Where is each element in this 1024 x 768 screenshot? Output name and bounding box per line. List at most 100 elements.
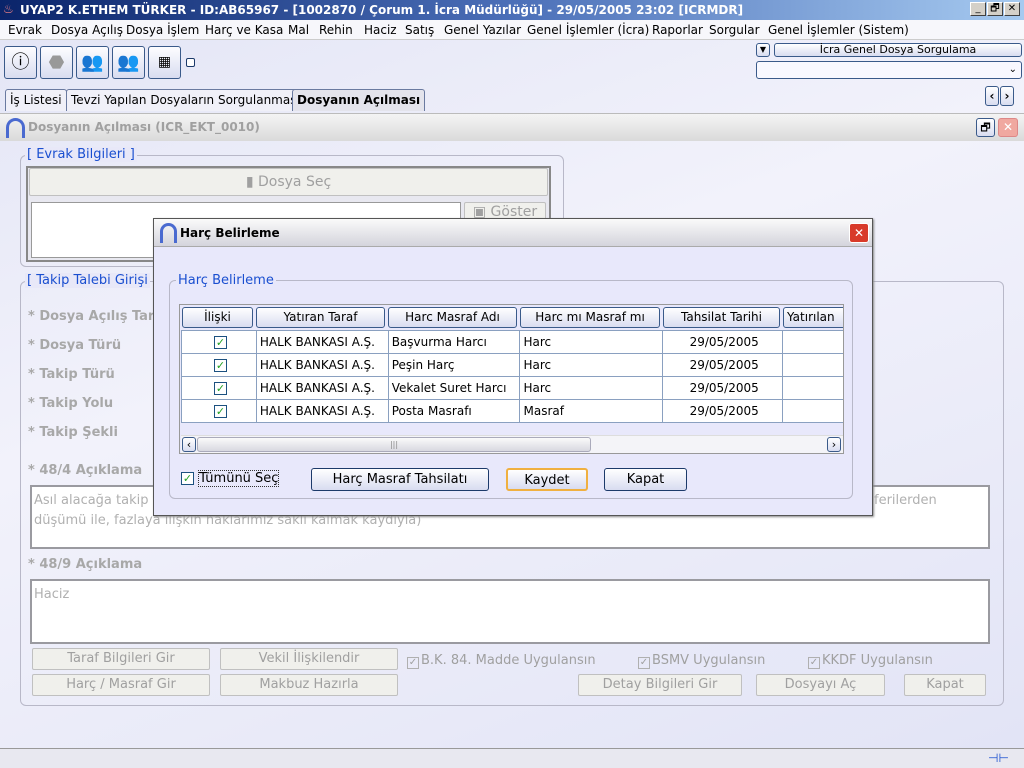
row-checkbox[interactable]: ✓ (213, 405, 227, 418)
harc-masraf-gir-button[interactable]: Harç / Masraf Gir (32, 674, 210, 696)
calculator-button[interactable]: ▦ (148, 46, 181, 79)
window-title: UYAP2 K.ETHEM TÜRKER - ID:AB65967 - [100… (20, 3, 744, 17)
users-button[interactable]: 👥 (76, 46, 109, 79)
table-row[interactable]: ✓ HALK BANKASI A.Ş. Vekalet Suret Harcı Har… (182, 377, 843, 400)
scroll-right-button[interactable]: › (827, 437, 841, 452)
menu-dosya-islem[interactable]: Dosya İşlem (126, 23, 199, 37)
close-button[interactable]: ✕ (1004, 2, 1020, 16)
harc-belirleme-dialog: Harç Belirleme ✕ Harç Belirleme İlişki Y… (153, 218, 873, 516)
folder-icon: ▮ (245, 174, 258, 190)
connection-icon: ⊣⊢ (988, 751, 1009, 765)
checkmark-icon: ✓ (407, 657, 419, 669)
aciklama-484-line1-end: ferilerden (874, 493, 937, 508)
menu-sorgular[interactable]: Sorgular (709, 23, 760, 37)
small-toggle[interactable] (186, 58, 195, 67)
table-row[interactable]: ✓ HALK BANKASI A.Ş. Başvurma Harcı Harc 29/0… (182, 331, 843, 354)
select-all-checkbox[interactable]: ✓ Tümünü Seç (181, 470, 280, 487)
menu-mal[interactable]: Mal (288, 23, 309, 37)
aciklama-489-textarea[interactable]: Haciz (30, 579, 990, 644)
menu-evrak[interactable]: Evrak (8, 23, 42, 37)
minimize-button[interactable]: _ (970, 2, 986, 16)
name-cell: Vekalet Suret Harcı (388, 377, 521, 400)
aciklama-489-label: * 48/9 Açıklama (28, 557, 143, 572)
party-cell: HALK BANKASI A.Ş. (256, 331, 389, 354)
dialog-close-button[interactable]: ✕ (849, 223, 869, 243)
party-cell: HALK BANKASI A.Ş. (256, 400, 389, 423)
frame-restore-button[interactable]: 🗗 (976, 118, 995, 137)
chevron-right-icon: › (831, 438, 837, 451)
dosya-sec-button[interactable]: ▮ Dosya Seç (29, 168, 548, 196)
cancel-button[interactable]: ⬣ (40, 46, 73, 79)
frame-close-button[interactable]: ✕ (998, 118, 1018, 137)
quick-combo[interactable]: ⌄ (756, 61, 1022, 79)
detay-bilgileri-button[interactable]: Detay Bilgileri Gir (578, 674, 742, 696)
dropdown-arrow-button[interactable]: ▼ (756, 43, 770, 57)
app-icon: ♨ (3, 2, 14, 16)
scroll-left-button[interactable]: ‹ (182, 437, 196, 452)
harc-table: İlişki Yatıran Taraf Harc Masraf Adı Har… (179, 304, 844, 454)
col-yatirilan[interactable]: Yatırılan (783, 307, 843, 328)
restore-button[interactable]: 🗗 (987, 2, 1003, 16)
menu-genel-islemler-icra[interactable]: Genel İşlemler (İcra) (527, 23, 649, 37)
amount-cell (783, 377, 843, 400)
row-checkbox[interactable]: ✓ (213, 336, 227, 349)
menu-genel-yazilar[interactable]: Genel Yazılar (444, 23, 521, 37)
status-bar: ⊣⊢ (0, 748, 1024, 768)
menu-harc-kasa[interactable]: Harç ve Kasa (205, 23, 283, 37)
date-cell: 29/05/2005 (663, 354, 784, 377)
dosyayi-ac-button[interactable]: Dosyayı Aç (756, 674, 885, 696)
chevron-left-icon: ‹ (989, 89, 995, 103)
kkdf-checkbox[interactable]: ✓ KKDF Uygulansın (808, 653, 933, 669)
col-iliski[interactable]: İlişki (182, 307, 253, 328)
bsmv-checkbox[interactable]: ✓ BSMV Uygulansın (638, 653, 765, 669)
taraf-bilgileri-button[interactable]: Taraf Bilgileri Gir (32, 648, 210, 670)
tab-dosyanin-acilmasi[interactable]: Dosyanın Açılması (292, 89, 426, 111)
party-cell: HALK BANKASI A.Ş. (256, 377, 389, 400)
type-cell: Harc (520, 354, 664, 377)
col-harc-masraf-adi[interactable]: Harc Masraf Adı (388, 307, 517, 328)
row-checkbox[interactable]: ✓ (213, 382, 227, 395)
tab-prev-button[interactable]: ‹ (985, 86, 999, 106)
dialog-group-legend: Harç Belirleme (176, 273, 276, 288)
checkmark-icon: ✓ (638, 657, 650, 669)
quick-query-button[interactable]: İcra Genel Dosya Sorgulama (774, 43, 1022, 57)
vekil-button[interactable]: Vekil İlişkilendir (220, 648, 398, 670)
tab-next-button[interactable]: › (1000, 86, 1014, 106)
bk84-checkbox[interactable]: ✓ B.K. 84. Madde Uygulansın (407, 653, 596, 669)
close-icon: ✕ (1002, 120, 1014, 134)
dialog-kapat-button[interactable]: Kapat (604, 468, 687, 491)
aciklama-484-label: * 48/4 Açıklama (28, 463, 143, 478)
col-harc-mi-masraf-mi[interactable]: Harc mı Masraf mı (520, 307, 660, 328)
table-row[interactable]: ✓ HALK BANKASI A.Ş. Peşin Harç Harc 29/05/20… (182, 354, 843, 377)
kapat-button[interactable]: Kapat (904, 674, 986, 696)
menu-dosya-acilis[interactable]: Dosya Açılış (51, 23, 123, 37)
harc-masraf-tahsilati-button[interactable]: Harç Masraf Tahsilatı (311, 468, 489, 491)
tab-tevzi[interactable]: Tevzi Yapılan Dosyaların Sorgulanması (66, 89, 305, 111)
calculator-icon: ▦ (157, 54, 172, 70)
iliski-cell: ✓ (182, 331, 257, 354)
persons-button[interactable]: 👥 (112, 46, 145, 79)
dialog-title: Harç Belirleme (180, 226, 280, 240)
menu-genel-islemler-sistem[interactable]: Genel İşlemler (Sistem) (768, 23, 909, 37)
field-dosya-turu-label: * Dosya Türü (28, 338, 122, 353)
tab-is-listesi[interactable]: İş Listesi (5, 89, 67, 111)
amount-cell (783, 331, 843, 354)
makbuz-hazirla-button[interactable]: Makbuz Hazırla (220, 674, 398, 696)
kaydet-button[interactable]: Kaydet (506, 468, 588, 491)
internal-frame-header: Dosyanın Açılması (ICR_EKT_0010) 🗗 ✕ (0, 113, 1024, 141)
iliski-cell: ✓ (182, 400, 257, 423)
horizontal-scrollbar[interactable]: ‹ ||| › (181, 435, 843, 453)
restore-icon: 🗗 (980, 121, 991, 134)
scroll-thumb[interactable]: ||| (197, 437, 591, 452)
col-yatiran-taraf[interactable]: Yatıran Taraf (256, 307, 385, 328)
menu-haciz[interactable]: Haciz (364, 23, 397, 37)
menu-satis[interactable]: Satış (405, 23, 434, 37)
col-tahsilat-tarihi[interactable]: Tahsilat Tarihi (663, 307, 780, 328)
date-cell: 29/05/2005 (663, 400, 784, 423)
row-checkbox[interactable]: ✓ (213, 359, 227, 372)
table-row[interactable]: ✓ HALK BANKASI A.Ş. Posta Masrafı Masraf 29/… (182, 400, 843, 423)
menu-rehin[interactable]: Rehin (319, 23, 353, 37)
info-button[interactable]: ⓘ (4, 46, 37, 79)
menu-bar: Evrak Dosya Açılış Dosya İşlem Harç ve K… (0, 20, 1024, 40)
menu-raporlar[interactable]: Raporlar (652, 23, 703, 37)
